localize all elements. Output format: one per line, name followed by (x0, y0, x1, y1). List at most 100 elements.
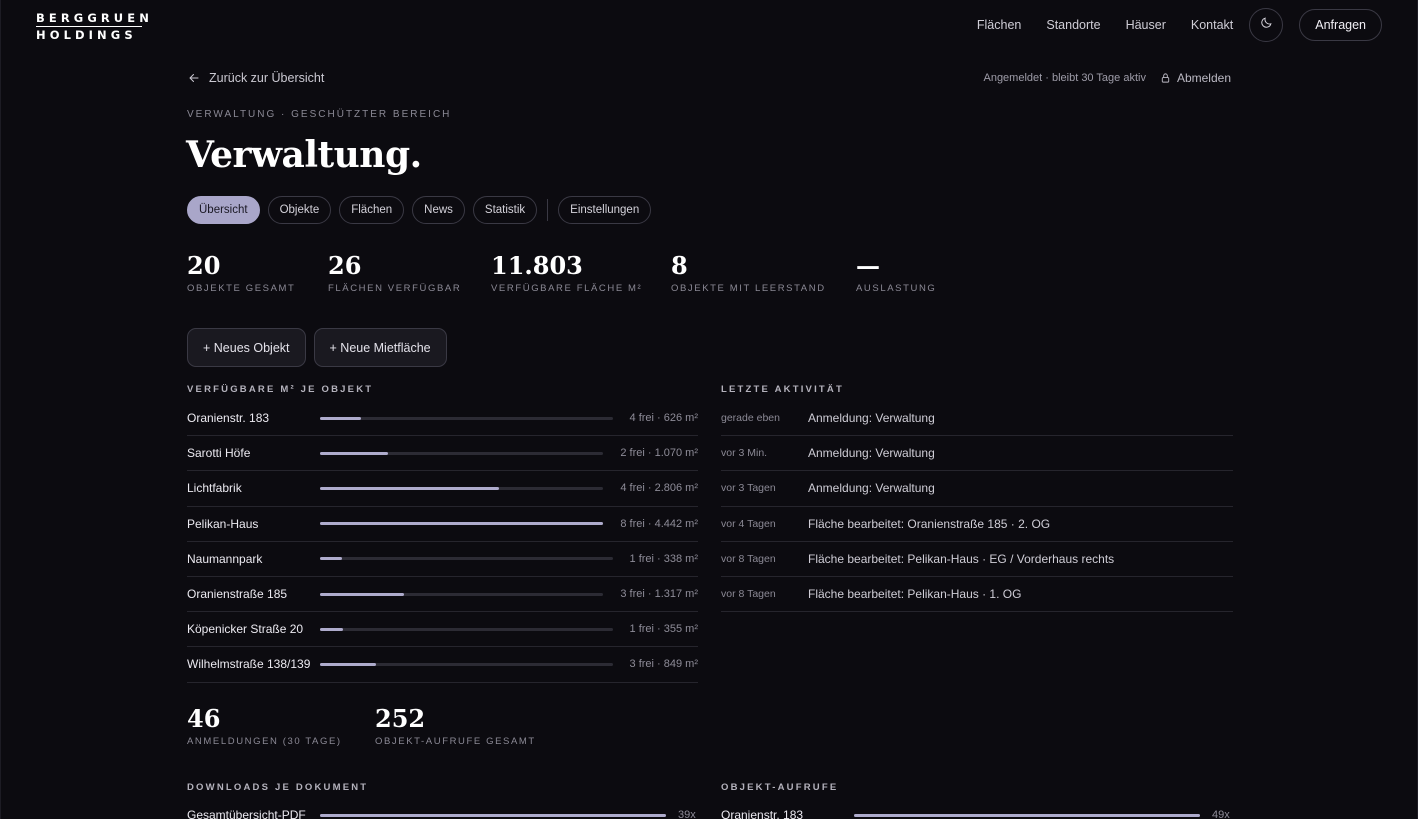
area-bar-track (320, 592, 603, 596)
tab-objekte[interactable]: Objekte (267, 196, 332, 224)
area-bar-track (320, 486, 603, 490)
available-area-row[interactable]: Lichtfabrik 4 frei · 2.806 m² (187, 471, 698, 507)
logout-link[interactable]: Abmelden (1177, 71, 1231, 85)
activity-text: Fläche bearbeitet: Pelikan-Haus · 1. OG (808, 587, 1022, 602)
request-button[interactable]: Anfragen (1299, 8, 1382, 41)
stat-available-area: 11.803 VERFÜGBARE FLÄCHE M² (491, 251, 642, 294)
views-section-heading: OBJEKT-AUFRUFE (721, 782, 839, 793)
available-area-row[interactable]: Oranienstraße 185 3 frei · 1.317 m² (187, 577, 698, 613)
available-area-row[interactable]: Wilhelmstraße 138/139 3 frei · 849 m² (187, 647, 698, 683)
stat-label: VERFÜGBARE FLÄCHE M² (491, 283, 643, 294)
activity-row: gerade eben Anmeldung: Verwaltung (721, 401, 1233, 437)
lock-icon (1160, 72, 1171, 84)
tab-flaechen[interactable]: Flächen (339, 196, 405, 224)
nav-link-standorte[interactable]: Standorte (1046, 18, 1100, 32)
area-value: 1 frei · 338 m² (629, 552, 698, 565)
stat-logins: 46 ANMELDUNGEN (30 TAGE) (187, 704, 342, 747)
activity-text: Fläche bearbeitet: Oranienstraße 185 · 2… (808, 516, 1051, 531)
stat-object-views: 252 OBJEKT-AUFRUFE GESAMT (375, 704, 536, 747)
session-info: Angemeldet · bleibt 30 Tage aktiv Abmeld… (983, 71, 1231, 85)
area-bar-track (320, 662, 613, 666)
area-value: 8 frei · 4.442 m² (620, 517, 698, 530)
theme-toggle-button[interactable] (1249, 7, 1284, 42)
back-link[interactable]: Zurück zur Übersicht (188, 71, 324, 85)
stat-label: OBJEKTE MIT LEERSTAND (671, 283, 826, 294)
new-space-button[interactable]: + Neue Mietfläche (313, 328, 447, 367)
nav-link-kontakt[interactable]: Kontakt (1191, 18, 1233, 32)
view-bar-track (854, 813, 1200, 817)
tab-statistik[interactable]: Statistik (472, 196, 538, 224)
download-count: 39x (678, 809, 696, 819)
stat-spaces-available: 26 FLÄCHEN VERFÜGBAR (328, 251, 461, 294)
activity-time: vor 8 Tagen (721, 552, 776, 565)
page-title: Verwaltung. (186, 134, 422, 176)
app-window: BERGGRUEN HOLDINGS Flächen Standorte Häu… (0, 0, 1418, 819)
area-bar-fill (320, 486, 499, 490)
available-area-row[interactable]: Naumannpark 1 frei · 338 m² (187, 542, 698, 577)
activity-text: Anmeldung: Verwaltung (808, 411, 935, 426)
download-row: Gesamtübersicht-PDF 39x (187, 808, 698, 819)
area-bar-fill (320, 627, 344, 631)
area-bar-fill (320, 451, 389, 455)
tab-uebersicht[interactable]: Übersicht (187, 196, 260, 224)
object-name: Köpenicker Straße 20 (187, 622, 304, 637)
area-value: 3 frei · 1.317 m² (620, 588, 698, 601)
moon-icon (1260, 16, 1273, 34)
stat-label: AUSLASTUNG (856, 283, 937, 294)
stat-objects-vacancy: 8 OBJEKTE MIT LEERSTAND (671, 251, 826, 294)
activity-time: vor 3 Tagen (721, 482, 776, 495)
area-bar-fill (320, 522, 603, 526)
view-count: 49x (1212, 809, 1230, 819)
tab-news[interactable]: News (412, 196, 465, 224)
activity-row: vor 8 Tagen Fläche bearbeitet: Pelikan-Ha… (721, 577, 1233, 613)
available-area-row[interactable]: Köpenicker Straße 20 1 frei · 355 m² (187, 612, 698, 648)
activity-time: vor 3 Min. (721, 447, 768, 460)
stat-value: 26 (328, 251, 362, 280)
view-row: Oranienstr. 183 49x (721, 808, 1233, 819)
download-bar-track (320, 813, 666, 817)
area-bar-track (320, 416, 613, 420)
available-area-row[interactable]: Pelikan-Haus 8 frei · 4.442 m² (187, 507, 698, 542)
available-area-row[interactable]: Oranienstr. 183 4 frei · 626 m² (187, 401, 698, 437)
activity-row: vor 3 Min. Anmeldung: Verwaltung (721, 436, 1233, 472)
area-bar-track (320, 557, 613, 561)
tab-divider (547, 199, 549, 221)
available-section-heading: VERFÜGBARE M² JE OBJEKT (187, 384, 374, 395)
tab-bar: Übersicht Objekte Flächen News Statistik… (187, 196, 659, 224)
stat-value: 20 (187, 251, 221, 280)
area-bar-fill (320, 662, 376, 666)
stat-label: FLÄCHEN VERFÜGBAR (328, 283, 462, 294)
available-area-list: Oranienstr. 183 4 frei · 626 m² Sarotti Hö… (187, 401, 698, 683)
activity-row: vor 8 Tagen Fläche bearbeitet: Pelikan-Ha… (721, 542, 1233, 577)
area-bar-track (320, 451, 603, 455)
available-area-row[interactable]: Sarotti Höfe 2 frei · 1.070 m² (187, 436, 698, 472)
tab-einstellungen[interactable]: Einstellungen (558, 196, 652, 224)
object-name: Naumannpark (187, 551, 263, 566)
stat-value: 8 (671, 251, 688, 280)
action-buttons: + Neues Objekt + Neue Mietfläche (187, 328, 455, 367)
area-value: 1 frei · 355 m² (629, 623, 698, 636)
brand-logo[interactable]: BERGGRUEN HOLDINGS (36, 11, 149, 42)
stat-value: 252 (375, 704, 426, 733)
object-name: Oranienstraße 185 (187, 587, 288, 602)
stat-label: OBJEKT-AUFRUFE GESAMT (375, 736, 536, 747)
activity-list: gerade eben Anmeldung: Verwaltung vor 3 Mi… (721, 401, 1233, 613)
area-bar-fill (320, 416, 362, 420)
stat-label: OBJEKTE GESAMT (187, 283, 296, 294)
area-value: 2 frei · 1.070 m² (620, 447, 698, 460)
object-name: Sarotti Höfe (187, 446, 251, 461)
activity-time: vor 8 Tagen (721, 588, 776, 601)
area-value: 4 frei · 2.806 m² (620, 482, 698, 495)
new-object-button[interactable]: + Neues Objekt (187, 328, 306, 367)
nav-link-flaechen[interactable]: Flächen (977, 18, 1021, 32)
stat-value: 46 (187, 704, 221, 733)
back-link-label: Zurück zur Übersicht (209, 71, 325, 85)
download-bar-fill (320, 813, 666, 817)
activity-time: vor 4 Tagen (721, 517, 776, 530)
nav-link-haeuser[interactable]: Häuser (1126, 18, 1166, 32)
activity-row: vor 3 Tagen Anmeldung: Verwaltung (721, 471, 1233, 507)
area-bar-fill (320, 557, 343, 561)
stat-value: 11.803 (491, 251, 583, 280)
area-bar-track (320, 522, 603, 526)
main-nav: Flächen Standorte Häuser Kontakt Anfrage… (977, 7, 1382, 42)
